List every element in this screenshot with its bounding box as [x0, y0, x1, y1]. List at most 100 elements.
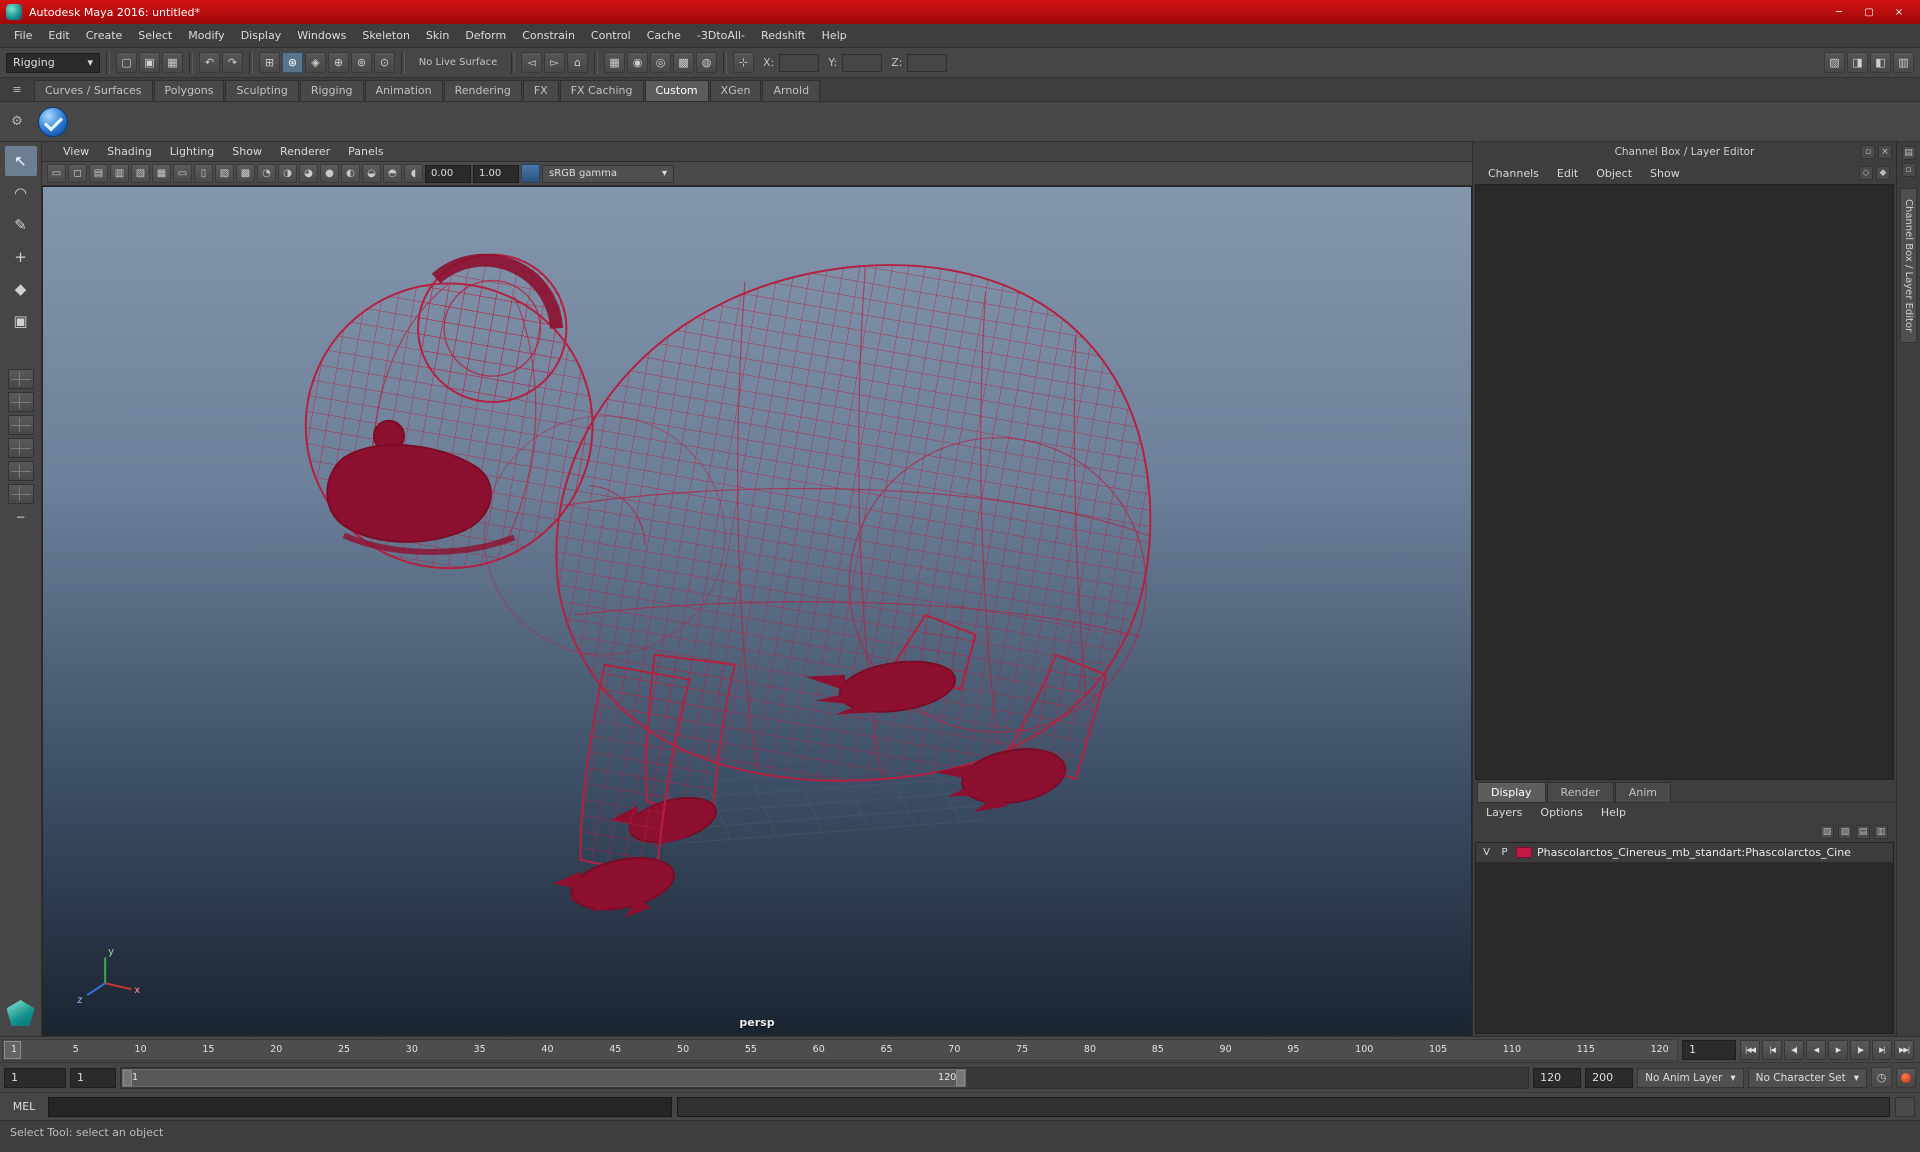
menu-item[interactable]: Skin	[418, 25, 457, 46]
modeling-toolkit-toggle-icon[interactable]: ▨	[1824, 52, 1845, 73]
close-button[interactable]: ×	[1884, 2, 1914, 22]
textured-mode-icon[interactable]: ◕	[299, 164, 318, 183]
step-back-key-button[interactable]: ◀|	[1784, 1039, 1804, 1060]
make-live-icon[interactable]: ⊙	[374, 52, 395, 73]
motion-blur-icon[interactable]: ◓	[383, 164, 402, 183]
range-slider-handle[interactable]: 1 120	[122, 1068, 967, 1087]
shelf-menu-icon[interactable]: ≡	[0, 77, 34, 101]
command-line-mode-button[interactable]: MEL	[5, 1100, 43, 1113]
undo-icon[interactable]: ↶	[199, 52, 220, 73]
snap-to-view-planes-icon[interactable]: ⊚	[351, 52, 372, 73]
command-result-field[interactable]	[677, 1096, 1890, 1117]
ipr-render-icon[interactable]: ◎	[650, 52, 671, 73]
shelf-tab[interactable]: Animation	[364, 80, 443, 101]
y-input[interactable]	[842, 53, 883, 72]
paint-select-tool[interactable]: ✎	[5, 210, 37, 240]
channel-box-menu-item[interactable]: Show	[1641, 165, 1689, 182]
channel-box-toggle-icon[interactable]: ▥	[1893, 52, 1914, 73]
minimize-button[interactable]: ─	[1824, 2, 1854, 22]
menu-item[interactable]: File	[6, 25, 40, 46]
layout-persp-graph-button[interactable]	[7, 438, 34, 458]
menu-item[interactable]: Cache	[639, 25, 689, 46]
go-to-end-button[interactable]: ▶▶|	[1894, 1039, 1914, 1060]
render-view-icon[interactable]: ▦	[604, 52, 625, 73]
move-layer-up-icon[interactable]: ▤	[1856, 825, 1870, 839]
exposure-field[interactable]: 0.00	[425, 164, 471, 183]
layer-row[interactable]: V P Phascolarctos_Cinereus_mb_standart:P…	[1476, 843, 1893, 863]
menu-item[interactable]: Create	[78, 25, 131, 46]
move-layer-down-icon[interactable]: ▥	[1874, 825, 1888, 839]
shelf-tab[interactable]: Rendering	[443, 80, 522, 101]
play-forwards-button[interactable]: ▶	[1828, 1039, 1848, 1060]
layout-four-view-button[interactable]	[7, 392, 34, 412]
layer-editor-tab[interactable]: Render	[1546, 782, 1614, 802]
add-empty-layer-icon[interactable]: ▧	[1820, 825, 1834, 839]
dock-panel-icon[interactable]: ▫	[1861, 145, 1875, 159]
layer-editor-menu-item[interactable]: Options	[1531, 804, 1591, 821]
all-lights-icon[interactable]: ●	[320, 164, 339, 183]
grid-toggle-icon[interactable]: ▦	[152, 164, 171, 183]
layout-hypershade-persp-button[interactable]	[7, 461, 34, 481]
step-forward-frame-button[interactable]: ▶|	[1872, 1039, 1892, 1060]
tool-settings-toggle-icon[interactable]: ◧	[1870, 52, 1891, 73]
menu-item[interactable]: Modify	[180, 25, 232, 46]
open-scene-icon[interactable]: ▣	[139, 52, 160, 73]
manip-state-icon[interactable]: ◇	[1859, 166, 1873, 180]
menu-item[interactable]: Edit	[40, 25, 77, 46]
menu-item[interactable]: Control	[583, 25, 639, 46]
shelf-item-3dtoall-icon[interactable]	[38, 106, 68, 137]
panel-menu-item[interactable]: Shading	[98, 143, 161, 160]
close-panel-icon[interactable]: ×	[1878, 145, 1892, 159]
range-slider-track[interactable]: 1 120	[120, 1066, 1530, 1089]
menu-item[interactable]: Windows	[289, 25, 354, 46]
playback-start-field[interactable]: 1	[70, 1067, 116, 1088]
shelf-tab[interactable]: Sculpting	[225, 80, 299, 101]
z-input[interactable]	[907, 53, 948, 72]
layer-editor-tab[interactable]: Anim	[1614, 782, 1671, 802]
snap-to-points-icon[interactable]: ◈	[305, 52, 326, 73]
select-tool[interactable]: ↖	[4, 146, 37, 176]
playback-end-field[interactable]: 120	[1533, 1067, 1582, 1088]
input-connections-icon[interactable]: ◅	[521, 52, 542, 73]
layer-editor-menu-item[interactable]: Help	[1592, 804, 1635, 821]
shelf-tab[interactable]: FX Caching	[559, 80, 644, 101]
auto-keyframe-toggle[interactable]	[1896, 1067, 1916, 1088]
channel-box-menu-item[interactable]: Edit	[1548, 165, 1587, 182]
step-forward-key-button[interactable]: |▶	[1850, 1039, 1870, 1060]
shadows-icon[interactable]: ◐	[341, 164, 360, 183]
shaded-mode-icon[interactable]: ◑	[278, 164, 297, 183]
layer-visibility-toggle[interactable]: V	[1480, 847, 1493, 858]
ambient-occlusion-icon[interactable]: ◒	[362, 164, 381, 183]
shelf-tab[interactable]: Curves / Surfaces	[34, 80, 153, 101]
layer-editor-tab[interactable]: Display	[1477, 782, 1546, 802]
shelf-tab[interactable]: Rigging	[299, 80, 364, 101]
snap-to-projected-center-icon[interactable]: ⊕	[328, 52, 349, 73]
range-end-handle[interactable]	[956, 1069, 966, 1086]
resolution-gate-icon[interactable]: ▯	[194, 164, 213, 183]
menu-item[interactable]: Select	[130, 25, 180, 46]
speed-state-icon[interactable]: ◆	[1876, 166, 1890, 180]
panel-float-icon[interactable]: ▫	[1901, 163, 1916, 177]
koala-wireframe-model[interactable]	[304, 253, 1152, 918]
animation-start-field[interactable]: 1	[4, 1067, 66, 1088]
scale-tool[interactable]: ▣	[5, 306, 37, 336]
menu-item[interactable]: Skeleton	[354, 25, 418, 46]
time-slider-track[interactable]: 1 5 10 15 20 25 30 35 40 45 50 55 60 65 70 75 80 85 90 95 10…	[2, 1038, 1678, 1061]
lasso-select-tool[interactable]: ◠	[5, 178, 37, 208]
grid-snap-icon[interactable]: ⊹	[733, 52, 754, 73]
channel-box-menu-item[interactable]: Channels	[1479, 165, 1548, 182]
redo-icon[interactable]: ↷	[222, 52, 243, 73]
layer-color-swatch[interactable]	[1516, 847, 1532, 858]
channel-box-vertical-tab[interactable]: Channel Box / Layer Editor	[1900, 188, 1917, 344]
panel-menu-item[interactable]: View	[54, 143, 98, 160]
shelf-tab[interactable]: Arnold	[762, 80, 821, 101]
bookmarks-icon[interactable]: ▤	[89, 164, 108, 183]
panel-menu-item[interactable]: Show	[223, 143, 271, 160]
anim-layer-dropdown[interactable]: No Anim Layer ▾	[1637, 1067, 1744, 1088]
select-camera-icon[interactable]: ▭	[47, 164, 66, 183]
viewport-persp[interactable]: y x z persp	[42, 186, 1472, 1036]
maximize-button[interactable]: ▢	[1854, 2, 1884, 22]
step-back-frame-button[interactable]: |◀	[1762, 1039, 1782, 1060]
menu-item[interactable]: Deform	[457, 25, 514, 46]
layout-single-perspective-button[interactable]	[7, 369, 34, 389]
